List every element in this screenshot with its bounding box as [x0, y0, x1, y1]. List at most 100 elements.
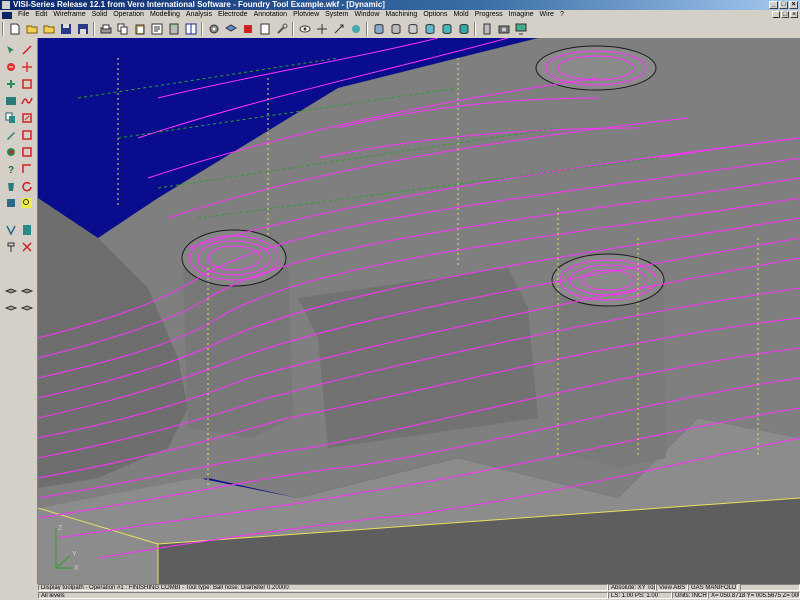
- rotate-icon[interactable]: [19, 178, 34, 193]
- menu-solid[interactable]: Solid: [89, 10, 111, 20]
- doc-restore-button[interactable]: □: [781, 11, 789, 18]
- display-icon[interactable]: [513, 22, 528, 37]
- layer-icon[interactable]: [223, 22, 238, 37]
- svg-text:?: ?: [8, 165, 14, 175]
- help-icon[interactable]: ?: [3, 161, 18, 176]
- transform-icon[interactable]: [331, 22, 346, 37]
- pen-icon[interactable]: [3, 127, 18, 142]
- cylinder-4-icon[interactable]: [422, 22, 437, 37]
- image-icon[interactable]: [3, 93, 18, 108]
- menu-machining[interactable]: Machining: [382, 10, 420, 20]
- doc-minimize-button[interactable]: _: [772, 11, 780, 18]
- cylinder-3-icon[interactable]: [405, 22, 420, 37]
- open-folder-icon[interactable]: [24, 22, 39, 37]
- axis-label-z: Z: [58, 525, 63, 532]
- cylinder-5-icon[interactable]: [439, 22, 454, 37]
- status-levels[interactable]: All levels: [38, 592, 608, 599]
- menu-modelling[interactable]: Modelling: [147, 10, 183, 20]
- document-icon[interactable]: [2, 11, 12, 19]
- menu-electrode[interactable]: Electrode: [215, 10, 251, 20]
- properties-icon[interactable]: [149, 22, 164, 37]
- status-view[interactable]: View ABS: [656, 584, 688, 591]
- maximize-button[interactable]: □: [779, 1, 788, 9]
- menu-file[interactable]: File: [15, 10, 32, 20]
- minimize-button[interactable]: _: [769, 1, 778, 9]
- pan-icon[interactable]: [314, 22, 329, 37]
- menu-edit[interactable]: Edit: [32, 10, 50, 20]
- camera-icon[interactable]: [496, 22, 511, 37]
- doc-close-button[interactable]: ×: [790, 11, 798, 18]
- layer-2-icon[interactable]: [19, 284, 34, 299]
- box-icon[interactable]: [19, 76, 34, 91]
- menu-bar: File Edit Wireframe Solid Operation Mode…: [0, 10, 800, 20]
- close-button[interactable]: ×: [789, 1, 798, 9]
- open-folder-2-icon[interactable]: [41, 22, 56, 37]
- move-icon[interactable]: [19, 59, 34, 74]
- new-file-icon[interactable]: [7, 22, 22, 37]
- left-toolbar: ?: [0, 38, 38, 584]
- status-icons: [740, 584, 800, 591]
- menu-progress[interactable]: Progress: [472, 10, 506, 20]
- menu-options[interactable]: Options: [420, 10, 450, 20]
- layer-icon[interactable]: [3, 284, 18, 299]
- zoom-icon[interactable]: [19, 195, 34, 210]
- add-icon[interactable]: [3, 76, 18, 91]
- boss-top-right: [535, 45, 657, 91]
- menu-annotation[interactable]: Annotation: [251, 10, 290, 20]
- status-scale: LS: 1.00 PS: 1.00: [608, 592, 672, 599]
- save-icon[interactable]: [58, 22, 73, 37]
- view-icon[interactable]: [3, 195, 18, 210]
- menu-help[interactable]: ?: [557, 10, 567, 20]
- copy-icon[interactable]: [115, 22, 130, 37]
- paint-icon[interactable]: [3, 144, 18, 159]
- edit-icon[interactable]: [19, 110, 34, 125]
- stop-icon[interactable]: [240, 22, 255, 37]
- phone-icon[interactable]: [479, 22, 494, 37]
- calculator-icon[interactable]: [166, 22, 181, 37]
- render-icon[interactable]: [348, 22, 363, 37]
- menu-wire[interactable]: Wire: [537, 10, 557, 20]
- center-wall: [298, 268, 538, 448]
- box-3-icon[interactable]: [19, 144, 34, 159]
- toolbar-separator: [201, 22, 203, 36]
- measure-icon[interactable]: [19, 161, 34, 176]
- layer-4-icon[interactable]: [19, 301, 34, 316]
- menu-system[interactable]: System: [322, 10, 351, 20]
- menu-mold[interactable]: Mold: [450, 10, 471, 20]
- save-as-icon[interactable]: [75, 22, 90, 37]
- view-icon[interactable]: [297, 22, 312, 37]
- cylinder-2-icon[interactable]: [388, 22, 403, 37]
- cylinder-6-icon[interactable]: [456, 22, 471, 37]
- menu-operation[interactable]: Operation: [110, 10, 147, 20]
- wrench-icon[interactable]: [274, 22, 289, 37]
- select-icon[interactable]: [3, 42, 18, 57]
- menu-window[interactable]: Window: [351, 10, 382, 20]
- split-window-icon[interactable]: [183, 22, 198, 37]
- solid-icon[interactable]: [19, 222, 34, 237]
- print-icon[interactable]: [98, 22, 113, 37]
- clipboard-icon[interactable]: [257, 22, 272, 37]
- line-icon[interactable]: [19, 42, 34, 57]
- boss-right-top: [551, 253, 665, 307]
- copy-icon[interactable]: [3, 110, 18, 125]
- box-2-icon[interactable]: [19, 127, 34, 142]
- delete-icon[interactable]: [3, 59, 18, 74]
- operation-icon[interactable]: [3, 222, 18, 237]
- cut-icon[interactable]: [19, 239, 34, 254]
- bin-icon[interactable]: [3, 178, 18, 193]
- paste-icon[interactable]: [132, 22, 147, 37]
- menu-wireframe[interactable]: Wireframe: [50, 10, 88, 20]
- graphics-viewport[interactable]: Z Y X: [38, 38, 800, 584]
- menu-analysis[interactable]: Analysis: [183, 10, 215, 20]
- layer-3-icon[interactable]: [3, 301, 18, 316]
- settings-icon[interactable]: [206, 22, 221, 37]
- menu-imagine[interactable]: Imagine: [506, 10, 537, 20]
- pin-icon[interactable]: [3, 239, 18, 254]
- menu-plotview[interactable]: Plotview: [290, 10, 322, 20]
- cylinder-icon[interactable]: [371, 22, 386, 37]
- app-icon[interactable]: [2, 1, 10, 9]
- axis-label-x: X: [74, 565, 79, 572]
- curve-icon[interactable]: [19, 93, 34, 108]
- status-mode[interactable]: Absolute: XY Top: [608, 584, 656, 591]
- status-manifold[interactable]: GAS MANIFOLD:: [688, 584, 738, 591]
